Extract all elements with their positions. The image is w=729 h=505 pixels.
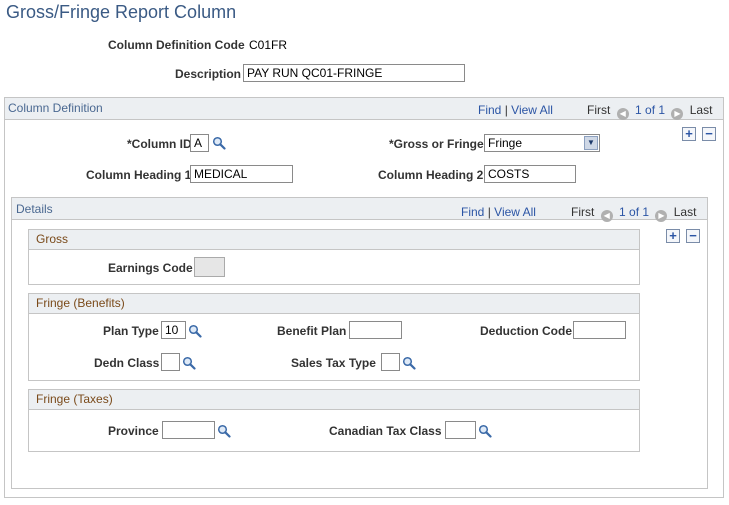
benefit-plan-input[interactable] [349,321,402,339]
column-definition-pager: First ◀ 1 of 1 ▶ Last [587,103,712,120]
deduction-code-label: Deduction Code [480,324,572,338]
magnifier-icon[interactable] [212,136,226,150]
view-all-link[interactable]: View All [511,103,553,117]
gross-or-fringe-value: Fringe [488,136,523,150]
details-title: Details [16,202,53,216]
fringe-taxes-header [29,390,639,410]
column-heading2-input[interactable]: COSTS [484,165,576,183]
province-label: Province [108,424,159,438]
arrow-left-icon[interactable]: ◀ [600,210,613,222]
column-definition-title: Column Definition [8,101,103,115]
magnifier-icon[interactable] [217,424,231,438]
fringe-benefits-title: Fringe (Benefits) [36,296,125,310]
add-row-button[interactable]: + [682,127,696,141]
canadian-tax-class-input[interactable] [445,421,476,439]
gross-title: Gross [36,232,69,246]
province-input[interactable] [162,421,215,439]
dedn-class-label: Dedn Class [94,356,160,370]
details-pager: First ◀ 1 of 1 ▶ Last [571,205,696,222]
column-definition-code-label: Column Definition Code [108,38,245,52]
dedn-class-input[interactable] [161,353,180,371]
fringe-taxes-title: Fringe (Taxes) [36,392,113,406]
plan-type-label: Plan Type [103,324,159,338]
sales-tax-type-label: Sales Tax Type [291,356,376,370]
canadian-tax-class-label: Canadian Tax Class [329,424,442,438]
details-find-link[interactable]: Find [461,205,484,219]
magnifier-icon[interactable] [478,424,492,438]
details-view-all-link[interactable]: View All [494,205,536,219]
row-counter: 1 of 1 [619,205,650,219]
column-id-label: *Column ID [127,137,192,151]
column-definition-nav: Find | View All [478,103,553,117]
details-add-row-button[interactable]: + [666,229,680,243]
description-label: Description [175,67,242,81]
gross-or-fringe-label: *Gross or Fringe [389,137,484,151]
details-delete-row-button[interactable]: − [686,229,700,243]
column-heading1-label: Column Heading 1 [86,168,192,182]
first-label: First [571,205,595,219]
deduction-code-input[interactable] [573,321,626,339]
nav-separator: | [504,103,508,117]
description-input[interactable]: PAY RUN QC01-FRINGE [243,64,465,82]
column-definition-code-value: C01FR [249,38,288,52]
column-id-input[interactable]: A [190,134,209,152]
gross-or-fringe-select[interactable]: Fringe ▼ [484,134,600,152]
arrow-left-icon[interactable]: ◀ [616,108,629,120]
row-counter: 1 of 1 [635,103,666,117]
delete-row-button[interactable]: − [702,127,716,141]
gross-header [29,230,639,250]
page-title: Gross/Fringe Report Column [6,2,237,22]
benefit-plan-label: Benefit Plan [277,324,347,338]
sales-tax-type-input[interactable] [381,353,400,371]
magnifier-icon[interactable] [188,324,202,338]
details-nav: Find | View All [461,205,536,219]
column-heading2-label: Column Heading 2 [378,168,484,182]
arrow-right-icon[interactable]: ▶ [671,108,684,120]
last-label: Last [689,103,713,117]
earnings-code-label: Earnings Code [108,261,193,275]
arrow-right-icon[interactable]: ▶ [655,210,668,222]
nav-separator: | [487,205,491,219]
find-link[interactable]: Find [478,103,501,117]
chevron-down-icon[interactable]: ▼ [584,136,598,150]
magnifier-icon[interactable] [182,356,196,370]
first-label: First [587,103,611,117]
plan-type-input[interactable]: 10 [161,321,186,339]
column-heading1-input[interactable]: MEDICAL [190,165,293,183]
last-label: Last [673,205,697,219]
earnings-code-input [194,257,225,277]
magnifier-icon[interactable] [402,356,416,370]
